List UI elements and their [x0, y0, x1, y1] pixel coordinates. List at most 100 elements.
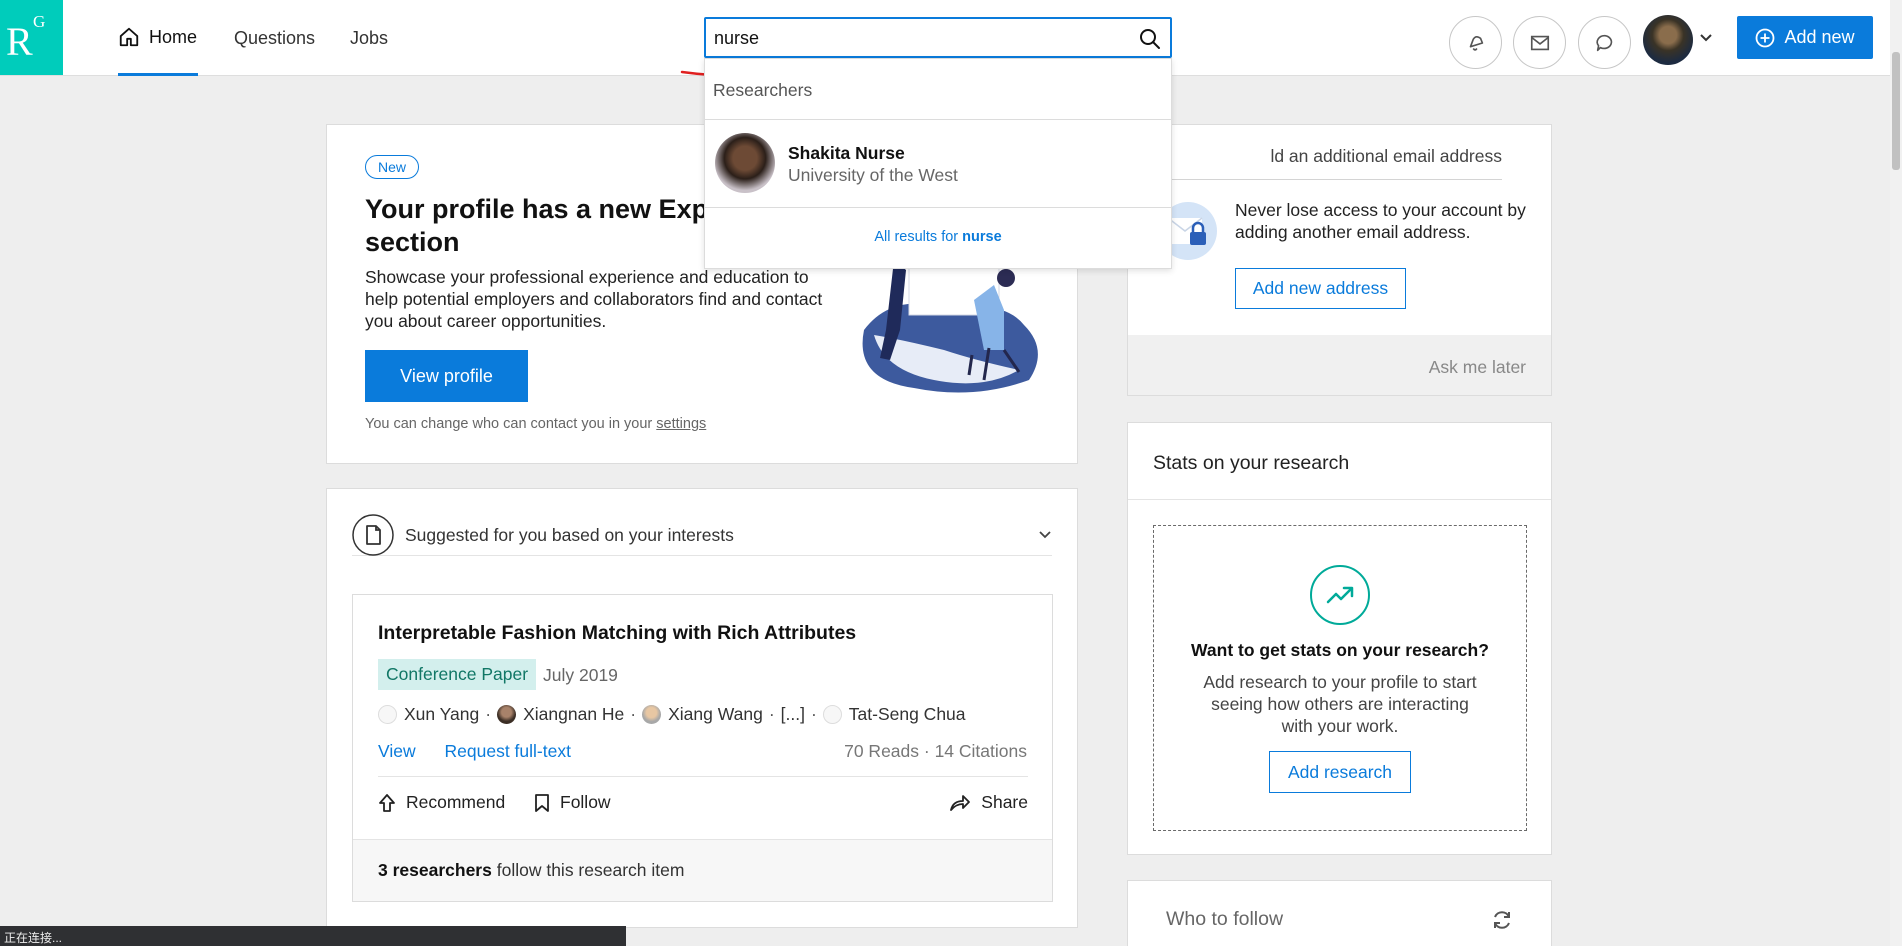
settings-link[interactable]: settings — [656, 416, 706, 432]
divider — [378, 776, 1028, 777]
share-icon — [950, 794, 971, 811]
view-profile-button[interactable]: View profile — [365, 350, 528, 402]
followers-count[interactable]: 3 researchers — [378, 860, 492, 880]
contact-settings-note: You can change who can contact you in yo… — [365, 416, 706, 432]
chat-bubble-icon — [1595, 34, 1612, 51]
all-results-link[interactable]: All results for nurse — [705, 229, 1171, 245]
who-to-follow-card: Who to follow — [1127, 880, 1552, 946]
nav-home-label: Home — [149, 26, 198, 47]
messages-button[interactable] — [1513, 16, 1566, 69]
contact-settings-text: You can change who can contact you in yo… — [365, 416, 653, 432]
who-to-follow-title: Who to follow — [1166, 908, 1284, 930]
notifications-button[interactable] — [1449, 16, 1502, 69]
all-results-term: nurse — [962, 229, 1002, 245]
paper-title[interactable]: Interpretable Fashion Matching with Rich… — [378, 622, 856, 645]
bell-icon — [1469, 35, 1483, 51]
recommend-label: Recommend — [406, 792, 506, 812]
view-link[interactable]: View — [378, 741, 416, 761]
stats-question: Want to get stats on your research? — [1191, 640, 1489, 660]
trend-circle — [1310, 565, 1370, 625]
divider — [1128, 499, 1551, 500]
logo-letter-g: G — [33, 12, 46, 31]
email-card-text: Never lose access to your account by add… — [1235, 200, 1526, 242]
nav-home[interactable]: Home — [118, 26, 197, 48]
home-icon — [119, 27, 139, 47]
author-name[interactable]: Xiang Wang — [668, 704, 763, 725]
author-name[interactable]: Xiangnan He — [523, 704, 624, 725]
plus-circle-icon — [1756, 28, 1775, 47]
page-scrollbar[interactable] — [1890, 0, 1902, 946]
questions-button[interactable] — [1578, 16, 1631, 69]
email-card-footer: Ask me later — [1128, 335, 1551, 395]
paper-date: July 2019 — [543, 665, 618, 685]
researcher-institution: University of the West — [788, 165, 958, 185]
profile-card-title: Your profile has a new Expe section — [365, 194, 724, 257]
research-item: Interpretable Fashion Matching with Rich… — [352, 594, 1053, 902]
nav-jobs[interactable]: Jobs — [350, 28, 388, 49]
divider — [705, 207, 1171, 208]
author-separator: · — [630, 704, 637, 724]
suggested-header[interactable]: Suggested for you based on your interest… — [352, 514, 1052, 556]
paper-authors: Xun Yang · Xiangnan He · Xiang Wang · [.… — [378, 704, 966, 725]
scrollbar-thumb[interactable] — [1892, 52, 1900, 170]
chevron-down-icon[interactable] — [1038, 528, 1052, 542]
stats-card-title: Stats on your research — [1153, 452, 1350, 474]
author-separator: · — [485, 704, 492, 724]
stats-description: Add research to your profile to start se… — [1203, 672, 1477, 736]
bookmark-icon — [535, 793, 549, 812]
recommend-button[interactable]: Recommend — [378, 792, 505, 813]
author-avatar — [822, 705, 842, 724]
search-input[interactable] — [714, 27, 1114, 49]
user-avatar[interactable] — [1643, 15, 1693, 65]
author-avatar — [497, 705, 517, 724]
search-box[interactable] — [704, 17, 1172, 58]
logo-letter-r: R — [6, 19, 33, 64]
follow-label: Follow — [560, 792, 611, 812]
paper-stats: 70 Reads · 14 Citations — [844, 741, 1027, 761]
browser-status-bar: 正在连接... — [0, 926, 626, 946]
author-avatar — [642, 705, 662, 724]
search-suggestions-dropdown: Researchers Shakita Nurse University of … — [704, 58, 1172, 269]
paper-actions: Recommend Follow Share — [378, 790, 1028, 820]
add-research-button[interactable]: Add research — [1269, 751, 1411, 793]
refresh-icon[interactable] — [1491, 909, 1513, 931]
add-email-card: ld an additional email address Never los… — [1127, 124, 1552, 396]
author-name[interactable]: Tat-Seng Chua — [849, 704, 966, 725]
more-authors[interactable]: [...] — [781, 704, 805, 725]
nav-home-active-indicator — [118, 73, 198, 76]
researchgate-logo[interactable]: R G — [0, 0, 63, 75]
trending-up-icon — [1326, 586, 1354, 604]
researcher-suggestion[interactable]: Shakita Nurse University of the West — [705, 120, 1171, 209]
add-new-address-button[interactable]: Add new address — [1235, 268, 1406, 309]
search-icon[interactable] — [1138, 27, 1162, 51]
dropdown-section-researchers: Researchers — [713, 80, 813, 100]
share-button[interactable]: Share — [949, 792, 1028, 813]
email-card-title-text: ld an additional email address — [1270, 146, 1502, 166]
author-avatar — [378, 705, 397, 724]
suggested-title: Suggested for you based on your interest… — [405, 525, 734, 545]
author-separator: · — [768, 704, 775, 724]
share-label: Share — [981, 792, 1028, 812]
arrow-up-icon — [379, 793, 395, 812]
request-fulltext-link[interactable]: Request full-text — [445, 741, 571, 761]
paper-type-badge: Conference Paper — [378, 659, 537, 690]
add-new-button[interactable]: Add new — [1737, 16, 1873, 59]
mail-icon — [1530, 35, 1549, 50]
follow-button[interactable]: Follow — [534, 792, 611, 813]
followers-footer: 3 researchers follow this research item — [353, 839, 1052, 901]
followers-text: follow this research item — [496, 860, 685, 880]
stats-card: Stats on your research Want to get stats… — [1127, 422, 1552, 855]
author-name[interactable]: Xun Yang — [404, 704, 479, 725]
profile-card-description: Showcase your professional experience an… — [365, 267, 823, 331]
paper-links: View Request full-text — [378, 741, 595, 762]
document-icon — [352, 514, 394, 556]
ask-me-later-link[interactable]: Ask me later — [1429, 357, 1526, 378]
chevron-down-icon[interactable] — [1698, 30, 1714, 46]
email-card-title: ld an additional email address — [1153, 146, 1502, 180]
researcher-name: Shakita Nurse — [788, 143, 905, 163]
add-new-label: Add new — [1784, 27, 1855, 47]
nav-questions[interactable]: Questions — [234, 28, 315, 49]
new-badge: New — [365, 155, 420, 179]
all-results-prefix: All results for — [874, 229, 959, 245]
suggested-research-card: Suggested for you based on your interest… — [326, 488, 1078, 928]
